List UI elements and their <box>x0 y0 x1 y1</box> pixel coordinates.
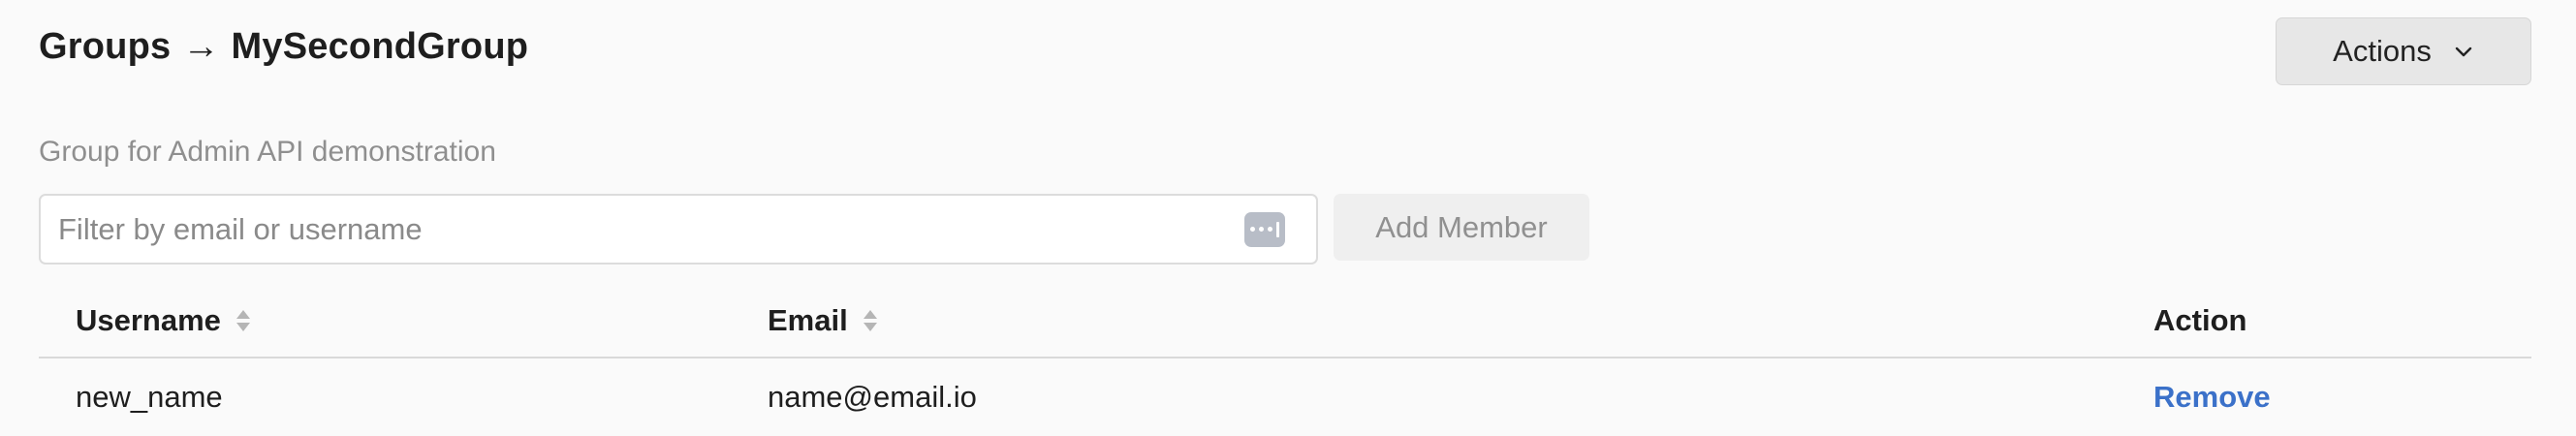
remove-member-link[interactable]: Remove <box>2153 358 2271 436</box>
column-header-username[interactable]: Username <box>76 285 250 357</box>
cell-username: new_name <box>76 380 223 414</box>
page-title: Groups → MySecondGroup <box>39 26 528 68</box>
column-header-action: Action <box>2153 303 2247 337</box>
group-description: Group for Admin API demonstration <box>39 136 496 168</box>
members-table: Username Email Action new_name name@emai… <box>39 285 2531 436</box>
group-name: MySecondGroup <box>231 25 529 67</box>
add-member-button[interactable]: Add Member <box>1334 194 1589 261</box>
actions-dropdown-button[interactable]: Actions <box>2276 17 2531 85</box>
actions-button-label: Actions <box>2333 34 2432 68</box>
breadcrumb-separator: → <box>182 25 220 67</box>
column-header-email[interactable]: Email <box>768 285 877 357</box>
sort-icon[interactable] <box>863 309 877 332</box>
sort-icon[interactable] <box>236 309 250 332</box>
cell-email: name@email.io <box>768 380 977 414</box>
filter-input[interactable] <box>41 195 1244 264</box>
breadcrumb-parent[interactable]: Groups <box>39 26 171 67</box>
page-header: Groups → MySecondGroup <box>39 17 528 76</box>
chevron-down-icon <box>2455 47 2472 57</box>
table-header: Username Email Action <box>39 285 2531 358</box>
member-filter <box>39 194 1318 265</box>
table-row: new_name name@email.io Remove <box>39 358 2531 436</box>
password-manager-icon[interactable] <box>1244 211 1285 247</box>
